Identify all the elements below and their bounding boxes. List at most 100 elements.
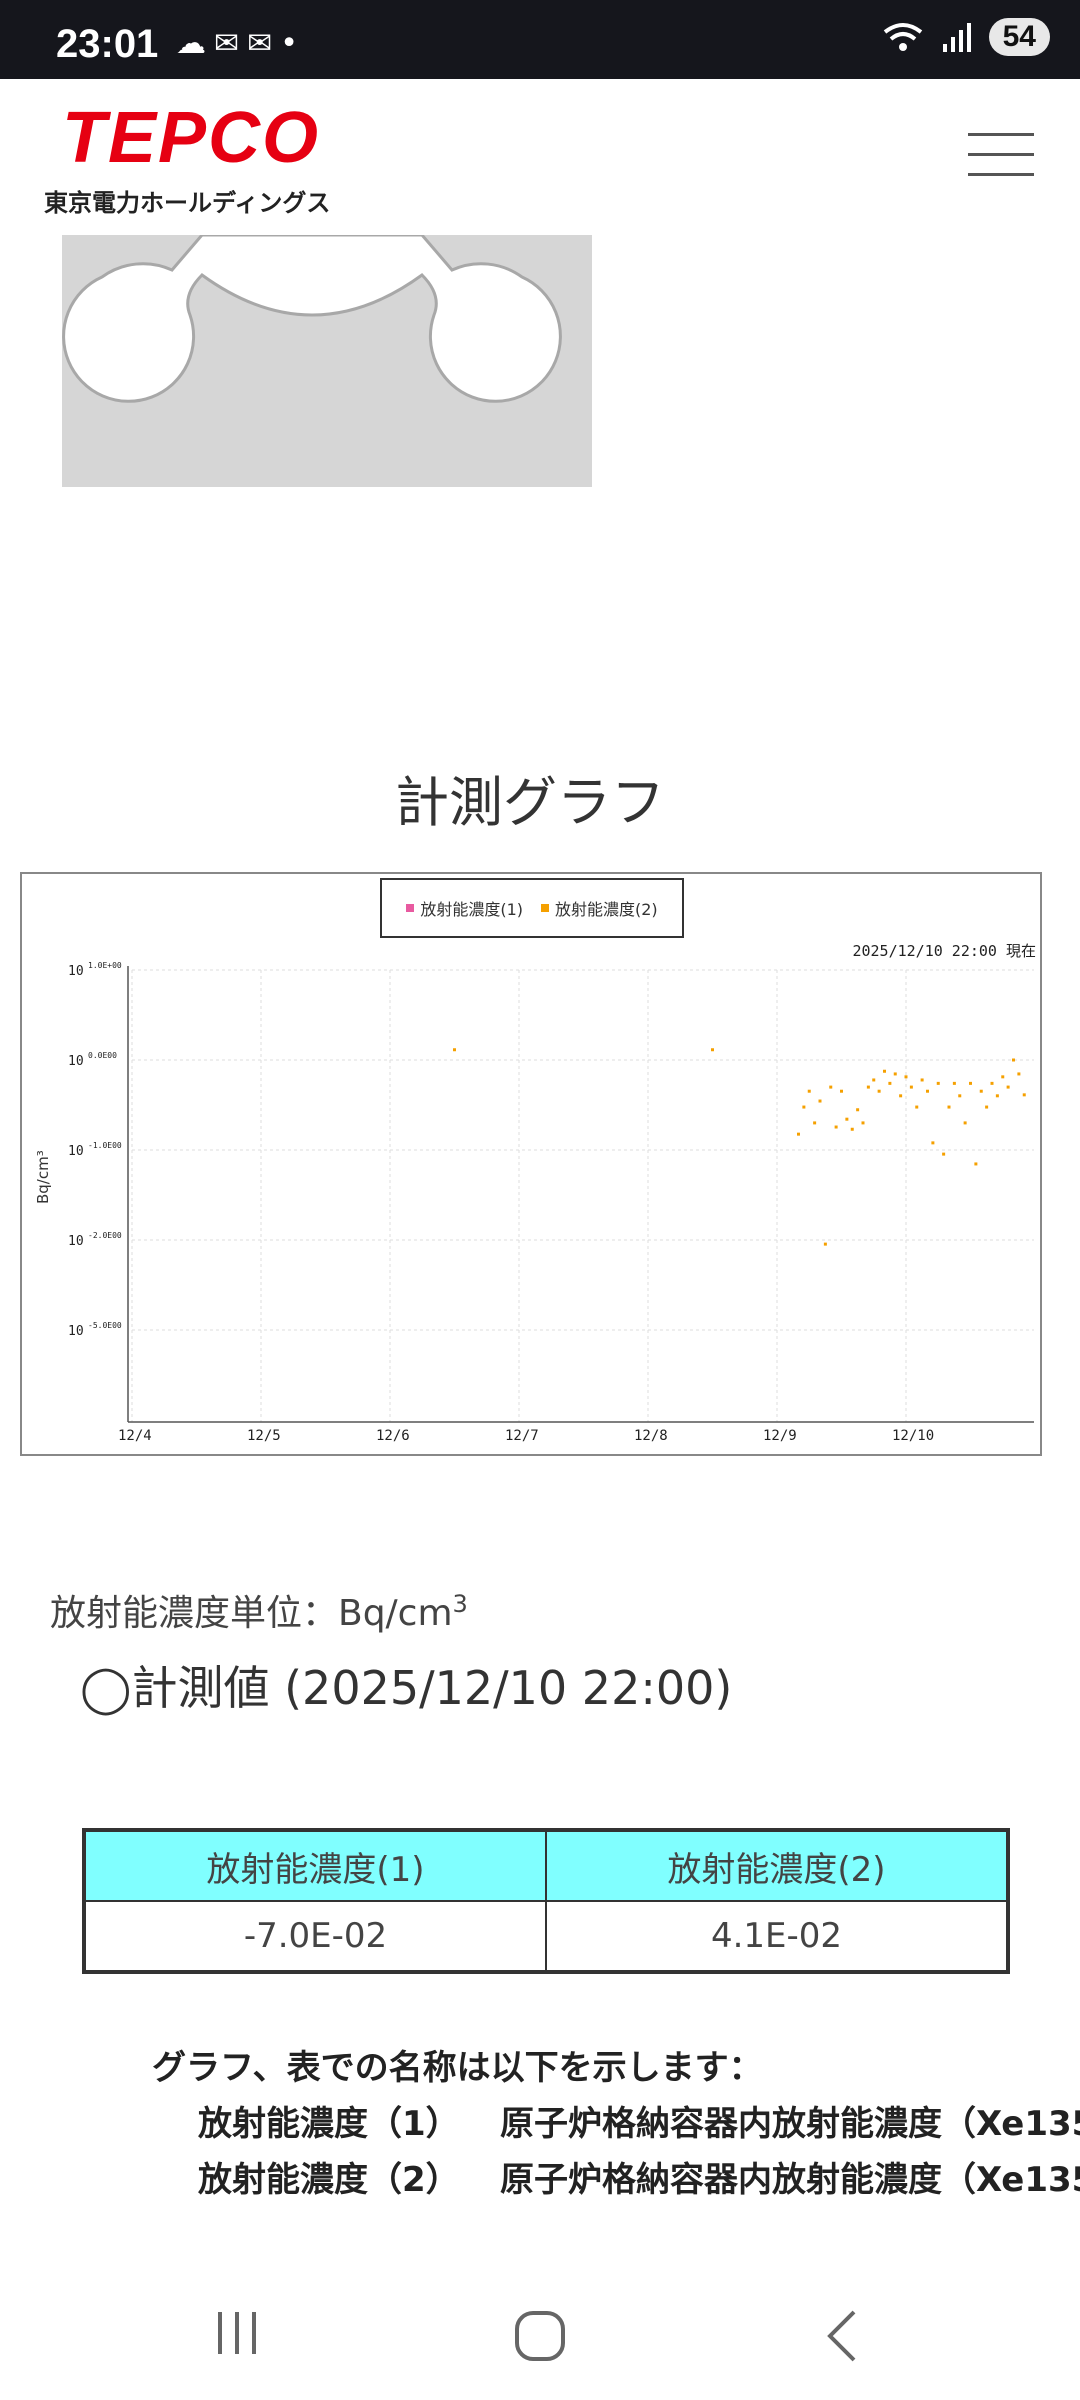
data-point-series-2 <box>829 1085 833 1089</box>
y-axis-label: Bq/cm³ <box>34 1150 52 1204</box>
data-point-series-2 <box>931 1141 935 1145</box>
table-cell-value-1: -7.0E-02 <box>83 1900 547 1973</box>
x-tick-label: 12/7 <box>505 1428 539 1444</box>
data-point-series-2 <box>904 1075 908 1079</box>
data-point-series-2 <box>872 1078 876 1082</box>
data-point-series-2 <box>920 1078 924 1082</box>
x-tick-label: 12/8 <box>634 1428 668 1444</box>
data-point-series-2 <box>1022 1093 1026 1097</box>
notification-icons: ☁✉✉• <box>176 26 306 61</box>
notes-desc-2: 原子炉格納容器内放射能濃度（Xe135 <box>500 2160 1080 2200</box>
measurement-table: 放射能濃度(1) 放射能濃度(2) -7.0E-02 4.1E-02 <box>82 1828 1010 1974</box>
y-tick-exponent: -2.0E00 <box>88 1231 122 1240</box>
data-point-series-2 <box>947 1105 951 1109</box>
system-nav-bar <box>0 2268 1080 2400</box>
data-point-series-2 <box>856 1108 860 1112</box>
x-tick-label: 12/10 <box>892 1428 934 1444</box>
status-time: 23:01 <box>56 22 159 66</box>
data-point-series-2 <box>840 1089 843 1093</box>
table-row: -7.0E-02 4.1E-02 <box>83 1900 1009 1973</box>
data-point-series-2 <box>1006 1085 1010 1089</box>
status-bar: 23:01 ☁✉✉• 54 <box>0 0 1080 79</box>
data-point-series-2 <box>802 1105 806 1109</box>
data-point-series-2 <box>979 1089 983 1093</box>
data-point-series-2 <box>813 1121 817 1125</box>
table-header-1: 放射能濃度(1) <box>83 1829 547 1902</box>
legend-item-series-1: 放射能濃度(1) <box>406 896 523 920</box>
data-point-series-2 <box>818 1099 822 1103</box>
unit-text-main: 放射能濃度単位：Bq/cm <box>50 1593 453 1634</box>
data-point-series-2 <box>969 1081 972 1085</box>
data-point-series-2 <box>888 1081 892 1085</box>
notes-intro: グラフ、表での名称は以下を示します： <box>152 2048 763 2088</box>
y-tick-exponent: -5.0E00 <box>88 1321 122 1330</box>
tepco-logo[interactable]: TEPCO <box>62 97 320 179</box>
home-icon[interactable] <box>512 2308 568 2364</box>
data-point-series-2 <box>797 1132 800 1136</box>
chart-timestamp: 2025/12/10 22:00 現在 <box>852 942 1036 960</box>
data-point-series-2 <box>1001 1075 1005 1079</box>
y-tick-exponent: -1.0E00 <box>88 1141 122 1150</box>
notes-label-2: 放射能濃度（2） <box>198 2160 460 2200</box>
mail-icon: ✉ <box>247 26 281 61</box>
data-point-series-2 <box>995 1094 999 1098</box>
data-point-series-2 <box>845 1117 849 1121</box>
y-tick-exponent: 0.0E00 <box>88 1051 117 1060</box>
data-point-series-2 <box>915 1105 919 1109</box>
chart-canvas: 10 1.0E+00 10 0.0E00 10 -1.0E00 10 -2.0E00 10 -5.… <box>68 961 1034 1444</box>
notes-desc-1: 原子炉格納容器内放射能濃度（Xe135 <box>500 2104 1080 2144</box>
data-point-series-2 <box>850 1127 854 1131</box>
data-point-series-2 <box>899 1094 903 1098</box>
table-header-2: 放射能濃度(2) <box>545 1829 1009 1902</box>
x-tick-label: 12/5 <box>247 1428 281 1444</box>
battery-indicator: 54 <box>988 18 1050 56</box>
data-point-series-2 <box>958 1094 962 1098</box>
legend-label-2: 放射能濃度(2) <box>555 900 658 919</box>
measurement-label: ◯計測値 (2025/12/10 22:00) <box>80 1661 733 1715</box>
data-point-series-2 <box>942 1152 946 1156</box>
x-tick-label: 12/4 <box>118 1428 152 1444</box>
legend-item-series-2: 放射能濃度(2) <box>541 896 658 920</box>
table-cell-value-2: 4.1E-02 <box>545 1900 1009 1973</box>
wifi-icon <box>883 23 922 51</box>
notes-label-1: 放射能濃度（1） <box>198 2104 460 2144</box>
legend-swatch-orange <box>541 904 549 912</box>
data-point-series-2 <box>990 1081 994 1085</box>
data-point-series-2 <box>1017 1072 1021 1076</box>
site-header: TEPCO 東京電力ホールディングス <box>0 79 1080 235</box>
data-point-series-2 <box>861 1121 865 1125</box>
recent-apps-icon[interactable] <box>212 2308 262 2358</box>
y-tick-label: 10 <box>68 1054 84 1069</box>
logo-subtitle: 東京電力ホールディングス <box>44 189 331 217</box>
hamburger-menu-icon[interactable] <box>968 133 1034 179</box>
y-tick-exponent: 1.0E+00 <box>88 961 122 970</box>
unit-superscript: 3 <box>452 1590 468 1618</box>
data-point-series-2 <box>963 1121 967 1125</box>
y-tick-label: 10 <box>68 964 84 979</box>
table-header-row: 放射能濃度(1) 放射能濃度(2) <box>83 1829 1009 1902</box>
data-point-series-2 <box>926 1089 929 1093</box>
y-tick-label: 10 <box>68 1324 84 1339</box>
data-point-series-2 <box>823 1242 827 1246</box>
back-icon[interactable] <box>822 2308 862 2364</box>
legend-swatch-pink <box>406 904 415 912</box>
signal-icon <box>942 23 971 52</box>
mail-icon: ✉ <box>214 26 248 61</box>
data-point-series-2 <box>883 1069 886 1073</box>
data-point-series-2 <box>834 1125 838 1129</box>
x-tick-label: 12/6 <box>376 1428 410 1444</box>
data-point-series-2 <box>1012 1058 1015 1062</box>
x-tick-label: 12/9 <box>763 1428 797 1444</box>
radiation-chart: 10 1.0E+00 10 0.0E00 10 -1.0E00 10 -2.0E00 10 -5.… <box>20 872 1042 1456</box>
data-point-series-2 <box>807 1089 811 1093</box>
data-point-series-2 <box>711 1048 714 1052</box>
data-point-series-2 <box>909 1085 913 1089</box>
chart-legend: 放射能濃度(1) 放射能濃度(2) <box>380 878 684 938</box>
dot-icon: • <box>280 26 306 61</box>
legend-label-1: 放射能濃度(1) <box>420 900 523 919</box>
cloud-icon: ☁ <box>176 26 214 61</box>
unit-text: 放射能濃度単位：Bq/cm3 <box>50 1584 468 1636</box>
system-icons: 54 <box>883 18 1050 56</box>
data-point-series-2 <box>985 1105 989 1109</box>
data-point-series-2 <box>952 1081 956 1085</box>
